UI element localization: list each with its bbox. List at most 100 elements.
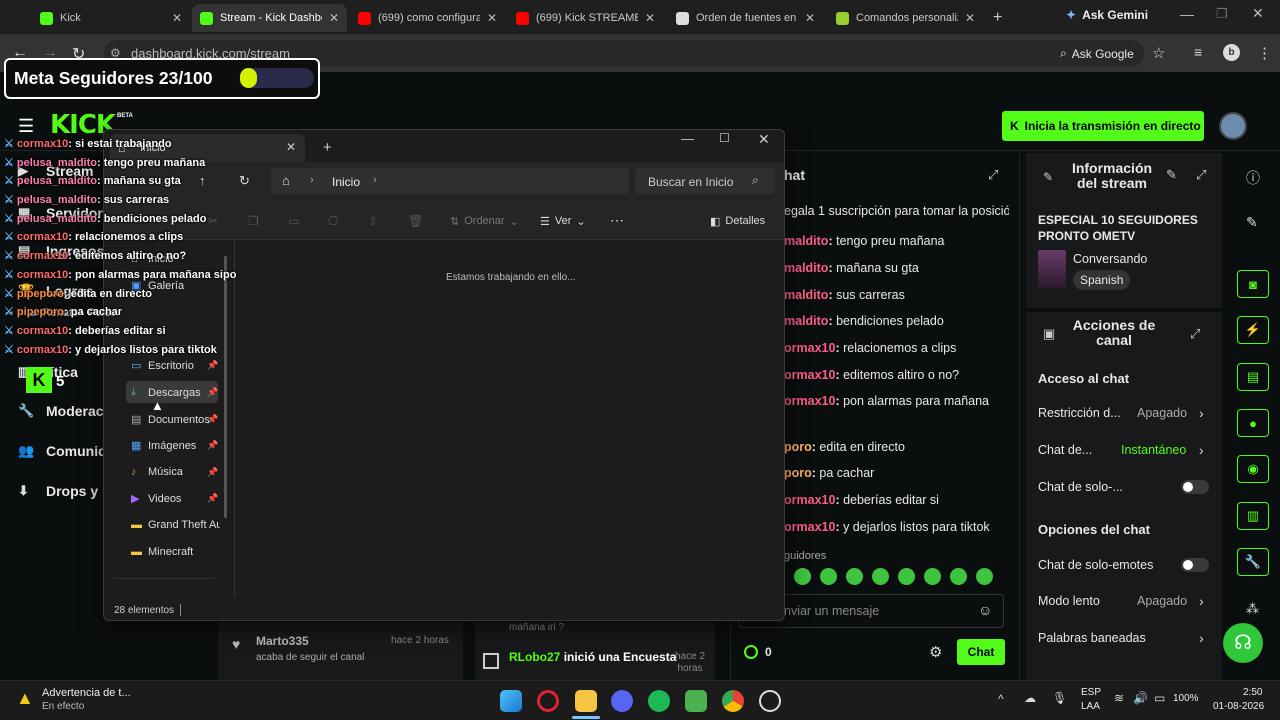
clock-date[interactable]: 01-08-2026	[1213, 701, 1264, 712]
file-explorer-icon[interactable]	[575, 690, 597, 712]
discord-icon[interactable]	[611, 690, 633, 712]
new-explorer-tab-icon[interactable]: +	[323, 139, 332, 156]
browser-tab[interactable]: Kick ✕	[32, 4, 190, 32]
pin-icon[interactable]: 📌	[207, 387, 218, 398]
chevron-right-icon[interactable]: ›	[1199, 630, 1204, 646]
emoji-picker-icon[interactable]: ☺	[978, 602, 992, 618]
battery-icon[interactable]: ▭	[1154, 691, 1165, 705]
chat-only-toggle[interactable]	[1181, 480, 1209, 494]
opera-icon[interactable]	[537, 690, 559, 712]
wifi-icon[interactable]: ≋	[1114, 691, 1124, 705]
popout-info-icon[interactable]: ⤢	[1196, 167, 1206, 183]
tab-search-icon[interactable]: ≡	[1194, 44, 1202, 60]
emote-icon[interactable]	[794, 568, 811, 585]
cloud-icon[interactable]: ☁	[1024, 691, 1036, 705]
profile-avatar-icon[interactable]: b	[1223, 44, 1240, 61]
chat-send-button[interactable]: Chat	[957, 639, 1005, 665]
minecraft-icon[interactable]	[685, 690, 707, 712]
nav-item-imgenes[interactable]: ▦ Imágenes 📌	[131, 439, 220, 453]
chat-username[interactable]: ormax10	[784, 341, 835, 355]
input-language-layout[interactable]: LAA	[1081, 701, 1100, 712]
document-icon[interactable]: ▤	[1237, 363, 1269, 391]
activity-poll-user[interactable]: RLobo27	[509, 650, 560, 664]
chat-username[interactable]: ormax10	[784, 520, 835, 534]
emotes-only-label[interactable]: Chat de solo-emotes	[1038, 558, 1153, 572]
chat-username[interactable]: poro	[784, 440, 812, 454]
minimize-window-button[interactable]: —	[1180, 6, 1194, 22]
close-tab-icon[interactable]: ✕	[172, 11, 182, 25]
chat-delay-label[interactable]: Chat de...	[1038, 443, 1092, 457]
close-tab-icon[interactable]: ✕	[329, 11, 339, 25]
emote-icon[interactable]	[898, 568, 915, 585]
rename-icon[interactable]: ⎔	[328, 214, 338, 228]
close-tab-icon[interactable]: ✕	[805, 11, 815, 25]
camera-icon[interactable]: ◙	[1237, 270, 1269, 298]
pin-icon[interactable]: 📌	[207, 360, 218, 371]
ask-gemini-button[interactable]: ✦ Ask Gemini	[1066, 8, 1148, 22]
browser-tab[interactable]: (699) como configurar ✕	[350, 4, 505, 32]
browser-tab[interactable]: (699) Kick STREAMER, ✕	[508, 4, 663, 32]
channel-points-icon[interactable]	[744, 645, 758, 659]
headset-icon[interactable]: ☊	[1223, 623, 1263, 663]
weather-title[interactable]: Advertencia de t...	[42, 687, 131, 699]
chevron-right-icon[interactable]: ›	[1199, 442, 1204, 458]
sidebar-item-dropsyr[interactable]: ⬇ Drops y r	[18, 483, 107, 499]
sidebar-item-moderac[interactable]: 🔧 Moderac	[18, 403, 104, 419]
emotes-only-toggle[interactable]	[1181, 558, 1209, 572]
browser-tab[interactable]: Stream - Kick Dashboard ✕	[192, 4, 347, 32]
broadcast-icon[interactable]: ◉	[1237, 455, 1269, 483]
share-file-icon[interactable]: ⇪	[368, 214, 378, 228]
explorer-close-icon[interactable]: ✕	[758, 131, 770, 148]
nav-item-videos[interactable]: ▶ Videos 📌	[131, 492, 220, 506]
nav-item-descargas[interactable]: ⤓ Descargas 📌	[131, 386, 220, 399]
chevron-right-icon[interactable]: ›	[1199, 405, 1204, 421]
cut-icon[interactable]: ✂	[208, 214, 218, 228]
input-language[interactable]: ESP	[1081, 687, 1101, 698]
restriction-label[interactable]: Restricción d...	[1038, 406, 1121, 420]
delete-icon[interactable]: 🗑	[408, 214, 423, 228]
breadcrumb[interactable]: Inicio	[332, 175, 360, 189]
emote-icon[interactable]	[950, 568, 967, 585]
chat-bubble-icon[interactable]: ●	[1237, 409, 1269, 437]
copy-icon[interactable]: ❐	[248, 214, 259, 228]
new-tab-button[interactable]: +	[993, 9, 1002, 27]
nav-item-minecraft[interactable]: ▬ Minecraft	[131, 546, 220, 558]
emote-icon[interactable]	[846, 568, 863, 585]
chat-username[interactable]: ormax10	[784, 493, 835, 507]
emote-icon[interactable]	[976, 568, 993, 585]
explorer-minimize-icon[interactable]: —	[681, 131, 694, 146]
chat-delay-value[interactable]: Instantáneo	[1121, 443, 1186, 457]
nav-item-grandtheftaut[interactable]: ▬ Grand Theft Aut	[131, 519, 220, 531]
wrench-icon[interactable]: 🔧	[1237, 548, 1269, 576]
emote-icon[interactable]	[924, 568, 941, 585]
slow-mode-value[interactable]: Apagado	[1137, 594, 1187, 608]
pin-icon[interactable]: 📌	[207, 414, 218, 425]
chat-only-label[interactable]: Chat de solo-...	[1038, 480, 1123, 494]
close-tab-icon[interactable]: ✕	[645, 11, 655, 25]
pin-icon[interactable]: 📌	[207, 467, 218, 478]
chat-username[interactable]: ormax10	[784, 394, 835, 408]
chat-username[interactable]: maldito	[784, 314, 828, 328]
up-arrow-icon[interactable]: ↑	[199, 173, 206, 188]
chat-username[interactable]: maldito	[784, 288, 828, 302]
details-button[interactable]: ◧ Detalles	[710, 215, 765, 228]
spotify-icon[interactable]	[648, 690, 670, 712]
chat-username[interactable]: poro	[784, 466, 812, 480]
paste-icon[interactable]: ▭	[288, 214, 299, 228]
popout-actions-icon[interactable]: ⤢	[1190, 326, 1200, 342]
ask-google-button[interactable]: ⌕ Ask Google	[1060, 46, 1134, 61]
layout-icon[interactable]: ▥	[1237, 502, 1269, 530]
explorer-maximize-icon[interactable]: ☐	[719, 131, 730, 145]
view-button[interactable]: ☰ Ver ⌄	[540, 215, 586, 228]
pin-icon[interactable]: 📌	[207, 440, 218, 451]
chrome-icon[interactable]	[722, 690, 744, 712]
close-tab-icon[interactable]: ✕	[965, 11, 975, 25]
microphone-icon[interactable]: 🎙	[1052, 691, 1067, 705]
edit-stream-icon[interactable]: ✎	[1166, 167, 1177, 183]
chat-username[interactable]: ormax10	[784, 368, 835, 382]
explorer-address-bar[interactable]	[271, 168, 629, 194]
nav-item-msica[interactable]: ♪ Música 📌	[131, 466, 220, 478]
bookmark-star-icon[interactable]: ☆	[1152, 44, 1165, 62]
emote-icon[interactable]	[820, 568, 837, 585]
refresh-icon[interactable]: ↻	[239, 173, 250, 189]
